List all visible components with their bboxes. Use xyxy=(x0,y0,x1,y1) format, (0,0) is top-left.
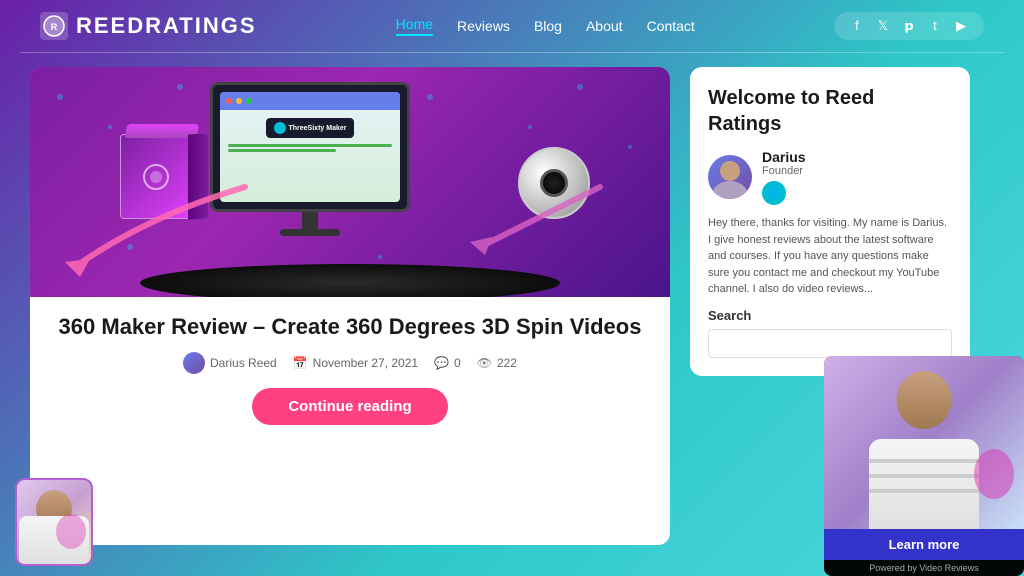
post-content: 360 Maker Review – Create 360 Degrees 3D… xyxy=(30,297,670,439)
nav-about[interactable]: About xyxy=(586,18,623,34)
platform xyxy=(140,264,560,297)
main-nav: Home Reviews Blog About Contact xyxy=(396,16,695,36)
date-value: November 27, 2021 xyxy=(313,356,418,370)
logo-icon: R xyxy=(40,12,68,40)
svg-text:R: R xyxy=(51,22,58,32)
views-icon: 👁 xyxy=(477,356,492,370)
nav-contact[interactable]: Contact xyxy=(647,18,695,34)
author-row: Darius Founder 🌐 xyxy=(708,149,952,205)
welcome-title: Welcome to Reed Ratings xyxy=(708,85,952,137)
logo: R ReedRatings xyxy=(40,12,257,40)
views-count: 222 xyxy=(497,356,517,370)
post-card: ThreeSixty Maker xyxy=(30,67,670,545)
facebook-icon[interactable]: f xyxy=(848,18,866,34)
comments-count: 0 xyxy=(454,356,461,370)
search-input[interactable] xyxy=(708,329,952,358)
twitter-icon[interactable]: 𝕏 xyxy=(874,18,892,34)
search-label: Search xyxy=(708,308,952,323)
comment-icon: 💬 xyxy=(434,356,449,370)
author-link-button[interactable]: 🌐 xyxy=(762,181,786,205)
bottom-left-avatar xyxy=(15,478,93,566)
post-views: 👁 222 xyxy=(477,356,517,370)
post-featured-image: ThreeSixty Maker xyxy=(30,67,670,297)
header: R ReedRatings Home Reviews Blog About Co… xyxy=(0,0,1024,52)
post-comments: 💬 0 xyxy=(434,356,461,370)
logo-text: ReedRatings xyxy=(76,13,257,39)
social-icons-bar: f 𝕏 𝗽 t ▶ xyxy=(834,12,984,40)
nav-home[interactable]: Home xyxy=(396,16,433,36)
product-box xyxy=(120,122,220,232)
post-title: 360 Maker Review – Create 360 Degrees 3D… xyxy=(50,313,650,342)
bio-text: Hey there, thanks for visiting. My name … xyxy=(708,215,952,298)
author-name: Darius Reed xyxy=(210,356,277,370)
author-role: Founder xyxy=(762,165,952,177)
author-avatar xyxy=(708,155,752,199)
welcome-card: Welcome to Reed Ratings Darius Founder 🌐… xyxy=(690,67,970,376)
youtube-icon[interactable]: ▶ xyxy=(952,18,970,34)
calendar-icon: 📅 xyxy=(293,356,308,370)
learn-more-button[interactable]: Learn more xyxy=(824,529,1024,560)
author-display-name: Darius xyxy=(762,149,952,165)
author-info: Darius Founder 🌐 xyxy=(762,149,952,205)
post-meta: Darius Reed 📅 November 27, 2021 💬 0 👁 22… xyxy=(50,352,650,374)
post-author: Darius Reed xyxy=(183,352,277,374)
pinterest-icon[interactable]: 𝗽 xyxy=(900,18,918,34)
tumblr-icon[interactable]: t xyxy=(926,18,944,34)
post-date: 📅 November 27, 2021 xyxy=(293,356,418,370)
monitor: ThreeSixty Maker xyxy=(210,82,450,257)
continue-reading-button[interactable]: Continue reading xyxy=(252,388,447,425)
video-widget: Learn more Powered by Video Reviews xyxy=(824,356,1024,576)
camera-sphere xyxy=(518,147,590,219)
author-avatar-small xyxy=(183,352,205,374)
nav-reviews[interactable]: Reviews xyxy=(457,18,510,34)
video-content xyxy=(824,356,1024,529)
nav-blog[interactable]: Blog xyxy=(534,18,562,34)
powered-by-label: Powered by Video Reviews xyxy=(824,560,1024,576)
